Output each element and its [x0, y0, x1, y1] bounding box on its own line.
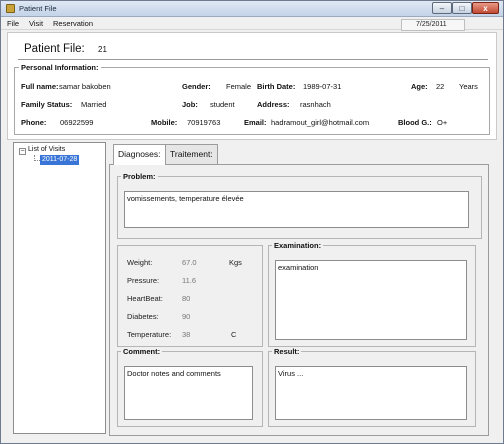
temperature-unit: C [231, 330, 237, 339]
birth-date-value: 1989-07-31 [303, 82, 342, 91]
diagnoses-page: Problem: vomissements, temperature élevé… [109, 164, 489, 436]
examination-group: Examination: examination [268, 241, 476, 347]
visits-tree[interactable]: − List of Visits 2011-07-28 [13, 142, 106, 434]
patient-info-panel: Patient File: 21 Personal Information: F… [7, 32, 497, 140]
comment-legend: Comment: [121, 347, 163, 356]
menu-reservation[interactable]: Reservation [53, 19, 93, 28]
problem-legend: Problem: [121, 172, 158, 181]
mobile-value: 70919763 [187, 118, 221, 127]
temperature-value[interactable]: 38 [182, 330, 190, 339]
patient-id: 21 [98, 45, 107, 54]
temperature-label: Temperature: [127, 330, 172, 339]
personal-info-group: Personal Information: Full name: samar b… [14, 63, 490, 135]
weight-unit: Kgs [229, 258, 242, 267]
age-label: Age: [411, 82, 428, 91]
heartbeat-label: HeartBeat: [127, 294, 163, 303]
examination-input[interactable]: examination [275, 260, 467, 340]
job-value: student [210, 100, 235, 109]
header-divider [18, 59, 488, 60]
pressure-label: Pressure: [127, 276, 160, 285]
personal-info-legend: Personal Information: [19, 63, 101, 72]
visit-item[interactable]: 2011-07-28 [40, 155, 80, 165]
problem-input[interactable]: vomissements, temperature élevée [124, 191, 469, 228]
blood-group-value: O+ [437, 118, 448, 127]
app-icon [6, 4, 15, 13]
comment-group: Comment: Doctor notes and comments [117, 347, 263, 427]
minimize-button[interactable]: – [432, 2, 452, 14]
address-label: Address: [257, 100, 290, 109]
patient-file-window: Patient File – □ x File Visit Reservatio… [0, 0, 504, 444]
tab-diagnoses[interactable]: Diagnoses: [113, 144, 166, 165]
comment-input[interactable]: Doctor notes and comments [124, 366, 253, 420]
blood-group-label: Blood G.: [398, 118, 432, 127]
collapse-icon[interactable]: − [19, 148, 26, 155]
email-label: Email: [244, 118, 267, 127]
weight-value[interactable]: 67.0 [182, 258, 197, 267]
vitals-group: Weight: 67.0 Kgs Pressure: 11.6 HeartBea… [117, 245, 263, 347]
phone-value: 06922599 [60, 118, 94, 127]
gender-value: Female [226, 82, 252, 91]
age-unit: Years [459, 82, 478, 91]
minimize-icon: – [439, 4, 445, 13]
menu-file[interactable]: File [7, 19, 19, 28]
age-value: 22 [436, 82, 445, 91]
job-label: Job: [182, 100, 198, 109]
result-group: Result: Virus ... [268, 347, 476, 427]
mobile-label: Mobile: [151, 118, 178, 127]
birth-date-label: Birth Date: [257, 82, 296, 91]
window-title: Patient File [19, 4, 57, 13]
full-name-value: samar bakoben [59, 82, 111, 91]
result-legend: Result: [272, 347, 302, 356]
gender-label: Gender: [182, 82, 211, 91]
title-bar: Patient File – □ x [1, 1, 503, 17]
tab-traitement[interactable]: Traitement: [165, 144, 218, 164]
problem-group: Problem: vomissements, temperature élevé… [117, 172, 482, 239]
close-button[interactable]: x [472, 2, 499, 14]
examination-legend: Examination: [272, 241, 324, 250]
result-input[interactable]: Virus ... [275, 366, 467, 420]
maximize-button[interactable]: □ [452, 2, 472, 14]
diabetes-value[interactable]: 90 [182, 312, 190, 321]
visit-tabs: Diagnoses: Traitement: Problem: vomissem… [109, 144, 497, 438]
email-value: hadramout_girl@hotmail.com [271, 118, 370, 127]
pressure-value[interactable]: 11.6 [182, 276, 196, 285]
maximize-icon: □ [459, 4, 465, 13]
menu-visit[interactable]: Visit [29, 19, 43, 28]
patient-file-label: Patient File: [24, 43, 85, 55]
diabetes-label: Diabetes: [127, 312, 159, 321]
close-icon: x [483, 4, 488, 13]
tree-root-visits[interactable]: List of Visits [28, 146, 65, 153]
address-value: rasnhach [300, 100, 331, 109]
phone-label: Phone: [21, 118, 47, 127]
family-status-value: Married [81, 100, 107, 109]
full-name-label: Full name: [21, 82, 59, 91]
weight-label: Weight: [127, 258, 153, 267]
date-field[interactable]: 7/25/2011 [401, 19, 465, 31]
heartbeat-value[interactable]: 80 [182, 294, 190, 303]
family-status-label: Family Status: [21, 100, 73, 109]
